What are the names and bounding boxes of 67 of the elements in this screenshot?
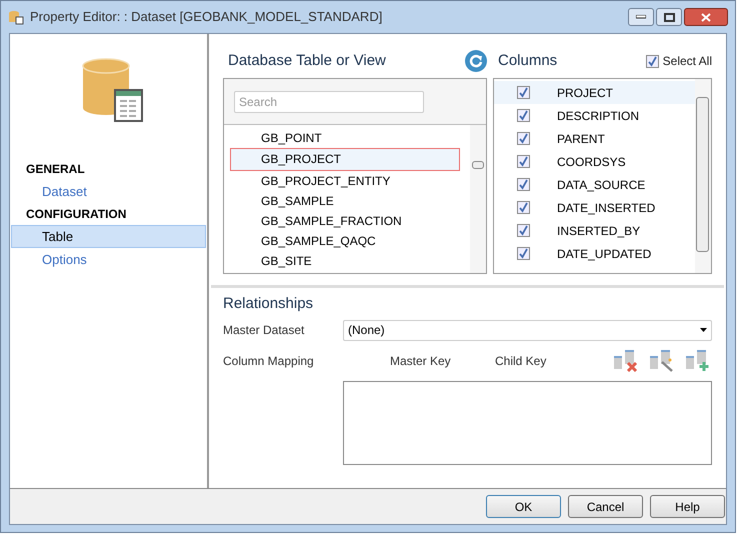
master-dataset-dropdown[interactable]: (None) bbox=[343, 320, 712, 340]
column-name: DESCRIPTION bbox=[557, 108, 640, 124]
panel-title: Columns bbox=[498, 50, 558, 71]
table-list-item[interactable]: GB_SAMPLE_QAQC bbox=[230, 231, 460, 251]
checkbox[interactable] bbox=[517, 224, 530, 237]
search-field[interactable]: Search bbox=[234, 90, 424, 112]
refresh-button[interactable] bbox=[465, 50, 487, 72]
nav-item[interactable]: Table bbox=[11, 225, 206, 248]
dropdown-caret-icon bbox=[700, 328, 707, 332]
column-name: INSERTED_BY bbox=[557, 222, 640, 240]
field-label: Column Mapping bbox=[223, 352, 315, 370]
panel-title: Database Table or View bbox=[228, 50, 386, 71]
maximize-icon bbox=[664, 12, 674, 22]
column-mapping-list[interactable] bbox=[343, 380, 712, 464]
table-delete-icon bbox=[614, 350, 640, 372]
column-list-row[interactable]: INSERTED_BY bbox=[494, 219, 695, 242]
checkbox[interactable] bbox=[517, 201, 530, 214]
table-list-item[interactable]: GB_PROJECT bbox=[230, 148, 460, 171]
column-list-row[interactable]: COORDSYS bbox=[494, 150, 695, 173]
column-name: DATE_UPDATED bbox=[557, 246, 652, 262]
checkbox[interactable] bbox=[517, 109, 530, 122]
column-list-row[interactable]: DATE_INSERTED bbox=[494, 196, 695, 219]
checkbox[interactable] bbox=[517, 178, 530, 191]
column-name: DATA_SOURCE bbox=[557, 176, 646, 194]
column-list-row[interactable]: PARENT bbox=[494, 127, 695, 150]
close-button[interactable] bbox=[684, 8, 728, 26]
column-list-row[interactable]: PROJECT bbox=[494, 81, 695, 104]
select-all-checkbox[interactable]: Select All bbox=[646, 52, 712, 70]
table-list-item[interactable]: GB_PROJECT_ENTITY bbox=[230, 171, 460, 191]
column-list-row[interactable]: DESCRIPTION bbox=[494, 104, 695, 127]
field-label: Master Dataset bbox=[223, 322, 306, 339]
column-list-row[interactable]: DATE_UPDATED bbox=[494, 242, 695, 265]
database-table-icon bbox=[82, 58, 144, 124]
minimize-icon bbox=[636, 15, 646, 19]
remove-mapping-button[interactable] bbox=[614, 350, 640, 372]
maximize-button[interactable] bbox=[656, 8, 682, 26]
checkbox[interactable] bbox=[646, 54, 659, 68]
close-icon bbox=[701, 12, 711, 22]
nav-item[interactable]: Dataset bbox=[11, 180, 206, 203]
table-list-item[interactable]: GB_SITE bbox=[230, 251, 460, 271]
window-title: Property Editor: : Dataset [GEOBANK_MODEL_STANDARD] bbox=[30, 8, 382, 26]
section-heading: CONFIGURATION bbox=[25, 206, 128, 223]
table-list-item[interactable]: GB_SAMPLE bbox=[230, 191, 460, 211]
checkbox[interactable] bbox=[517, 247, 530, 260]
checkbox-label: Select All bbox=[662, 53, 712, 70]
column-header: Master Key bbox=[390, 352, 452, 370]
checkbox[interactable] bbox=[517, 132, 530, 145]
column-list-row[interactable]: DATA_SOURCE bbox=[494, 173, 695, 196]
column-name: PROJECT bbox=[557, 84, 614, 102]
column-name: PARENT bbox=[557, 130, 605, 148]
checkbox[interactable] bbox=[517, 155, 530, 168]
column-header: Child Key bbox=[495, 352, 546, 370]
table-list-item[interactable]: GB_POINT bbox=[230, 128, 460, 148]
refresh-icon bbox=[469, 54, 483, 68]
dropdown-value: (None) bbox=[348, 322, 385, 339]
nav-item[interactable]: Options bbox=[11, 248, 206, 271]
table-list-item[interactable]: GB_SAMPLE_FRACTION bbox=[230, 211, 460, 231]
dialog-button[interactable]: Help bbox=[650, 495, 725, 518]
column-name: DATE_INSERTED bbox=[557, 200, 656, 216]
minimize-button[interactable] bbox=[628, 8, 654, 26]
checkbox[interactable] bbox=[517, 86, 530, 99]
dialog-button[interactable]: Cancel bbox=[568, 495, 643, 518]
section-title: Relationships bbox=[223, 294, 314, 314]
column-name: COORDSYS bbox=[557, 154, 626, 170]
database-icon bbox=[8, 9, 24, 25]
section-heading: GENERAL bbox=[25, 161, 86, 178]
dialog-button[interactable]: OK bbox=[486, 495, 561, 518]
